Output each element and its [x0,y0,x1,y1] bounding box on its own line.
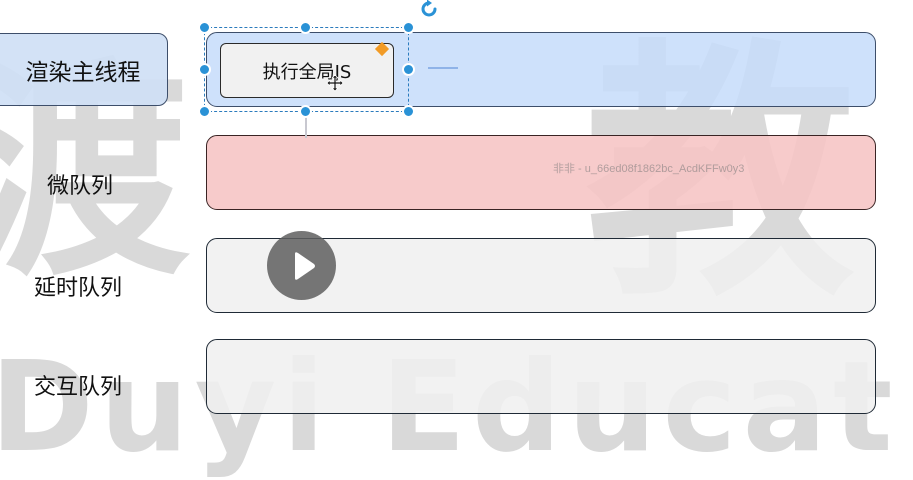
task-box-execute-global-js[interactable]: 执行全局JS [220,43,394,98]
arrow-stub [428,67,458,69]
resize-handle-bottom-right[interactable] [402,105,415,118]
resize-handle-right[interactable] [402,63,415,76]
resize-handle-bottom[interactable] [299,105,312,118]
resize-handle-bottom-left[interactable] [198,105,211,118]
resize-handle-top-right[interactable] [402,21,415,34]
resize-handle-left[interactable] [198,63,211,76]
interaction-queue-label: 交互队列 [34,375,123,400]
delay-queue-label: 延时队列 [34,276,123,301]
main-thread-label[interactable]: 渲染主线程 [0,33,168,106]
microtask-queue-lane[interactable] [206,135,876,210]
microtask-queue-label: 微队列 [47,174,114,199]
play-icon [295,251,315,280]
interaction-queue-lane[interactable] [206,339,876,414]
user-watermark: 非非 - u_66ed08f1862bc_AcdKFFw0y3 [553,163,745,175]
rotate-icon[interactable] [418,0,440,24]
resize-handle-top-left[interactable] [198,21,211,34]
move-cursor-icon [326,74,344,96]
resize-handle-top[interactable] [299,21,312,34]
video-play-button[interactable] [267,231,336,300]
